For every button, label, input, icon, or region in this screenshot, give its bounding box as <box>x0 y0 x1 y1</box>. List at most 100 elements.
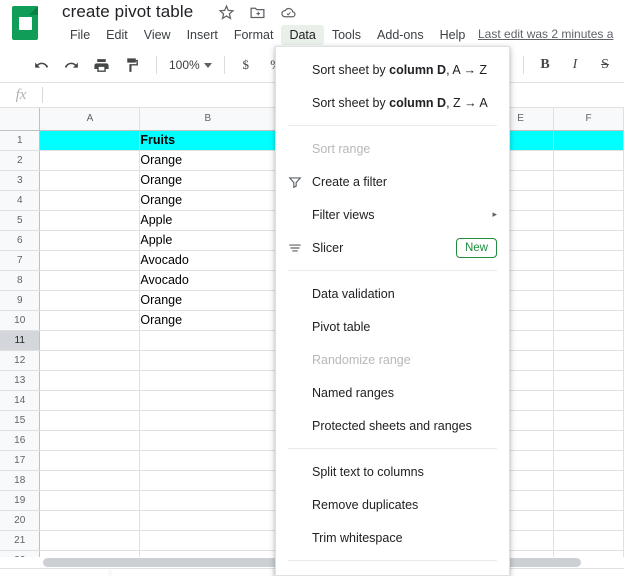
cell-A9[interactable] <box>39 290 141 311</box>
row-header-18[interactable]: 18 <box>0 470 41 491</box>
cell-A17[interactable] <box>39 450 141 471</box>
menu-item-remove-duplicates[interactable]: Remove duplicates <box>276 488 509 521</box>
cell-F19[interactable] <box>553 490 624 511</box>
cell-B15[interactable] <box>139 410 277 431</box>
menu-item-protected-sheets-and-ranges[interactable]: Protected sheets and ranges <box>276 409 509 442</box>
cell-A20[interactable] <box>39 510 141 531</box>
row-header-4[interactable]: 4 <box>0 190 41 211</box>
sheet-tab-1[interactable] <box>0 569 108 576</box>
sheet-tab-2[interactable] <box>112 569 272 576</box>
cell-B9[interactable]: Orange <box>139 290 277 311</box>
cell-B13[interactable] <box>139 370 277 391</box>
row-header-2[interactable]: 2 <box>0 150 41 171</box>
cell-B22[interactable] <box>139 550 277 557</box>
row-header-7[interactable]: 7 <box>0 250 41 271</box>
cell-F22[interactable] <box>553 550 624 557</box>
cell-B11[interactable] <box>139 330 277 351</box>
cell-F21[interactable] <box>553 530 624 551</box>
menu-item-create-a-filter[interactable]: Create a filter <box>276 165 509 198</box>
sheets-logo-icon[interactable] <box>12 6 40 42</box>
currency-format-button[interactable]: $ <box>233 52 259 78</box>
menu-item-split-text-to-columns[interactable]: Split text to columns <box>276 455 509 488</box>
cell-B17[interactable] <box>139 450 277 471</box>
undo-icon[interactable] <box>28 52 54 78</box>
row-header-22[interactable]: 22 <box>0 550 41 557</box>
cell-F15[interactable] <box>553 410 624 431</box>
cell-B19[interactable] <box>139 490 277 511</box>
cell-B4[interactable]: Orange <box>139 190 277 211</box>
cell-B14[interactable] <box>139 390 277 411</box>
row-header-10[interactable]: 10 <box>0 310 41 331</box>
row-header-9[interactable]: 9 <box>0 290 41 311</box>
row-header-6[interactable]: 6 <box>0 230 41 251</box>
menu-format[interactable]: Format <box>226 25 282 45</box>
cell-F14[interactable] <box>553 390 624 411</box>
cell-A16[interactable] <box>39 430 141 451</box>
cell-F13[interactable] <box>553 370 624 391</box>
column-header-b[interactable]: B <box>139 108 277 131</box>
cell-F11[interactable] <box>553 330 624 351</box>
cell-F8[interactable] <box>553 270 624 291</box>
bold-button[interactable]: B <box>532 52 558 78</box>
menu-item-filter-views[interactable]: Filter views ▸ <box>276 198 509 231</box>
cell-F18[interactable] <box>553 470 624 491</box>
menu-help[interactable]: Help <box>432 25 474 45</box>
star-icon[interactable] <box>218 4 235 21</box>
row-header-1[interactable]: 1 <box>0 130 41 151</box>
menu-item-group[interactable]: GroupAlt+Shift+→ <box>276 567 509 575</box>
menu-item-pivot-table[interactable]: Pivot table <box>276 310 509 343</box>
cell-F5[interactable] <box>553 210 624 231</box>
cell-A18[interactable] <box>39 470 141 491</box>
cell-F9[interactable] <box>553 290 624 311</box>
cell-F4[interactable] <box>553 190 624 211</box>
column-header-f[interactable]: F <box>553 108 624 131</box>
cell-F16[interactable] <box>553 430 624 451</box>
cell-F20[interactable] <box>553 510 624 531</box>
move-to-folder-icon[interactable] <box>249 4 266 21</box>
cell-B12[interactable] <box>139 350 277 371</box>
row-header-17[interactable]: 17 <box>0 450 41 471</box>
page-title[interactable]: create pivot table <box>62 2 193 22</box>
row-header-8[interactable]: 8 <box>0 270 41 291</box>
menu-item-data-validation[interactable]: Data validation <box>276 277 509 310</box>
cell-A13[interactable] <box>39 370 141 391</box>
redo-icon[interactable] <box>58 52 84 78</box>
row-header-11[interactable]: 11 <box>0 330 41 351</box>
row-header-13[interactable]: 13 <box>0 370 41 391</box>
cell-B6[interactable]: Apple <box>139 230 277 251</box>
row-header-15[interactable]: 15 <box>0 410 41 431</box>
cell-B18[interactable] <box>139 470 277 491</box>
paint-format-icon[interactable] <box>118 52 144 78</box>
cell-A21[interactable] <box>39 530 141 551</box>
cell-B7[interactable]: Avocado <box>139 250 277 271</box>
menu-item-trim-whitespace[interactable]: Trim whitespace <box>276 521 509 554</box>
menu-data[interactable]: Data <box>281 25 324 45</box>
cell-F17[interactable] <box>553 450 624 471</box>
cell-A14[interactable] <box>39 390 141 411</box>
cloud-saved-icon[interactable] <box>280 4 297 21</box>
cell-F7[interactable] <box>553 250 624 271</box>
menu-add-ons[interactable]: Add-ons <box>369 25 432 45</box>
menu-view[interactable]: View <box>136 25 179 45</box>
cell-F2[interactable] <box>553 150 624 171</box>
cell-A19[interactable] <box>39 490 141 511</box>
row-header-20[interactable]: 20 <box>0 510 41 531</box>
row-header-3[interactable]: 3 <box>0 170 41 191</box>
cell-A15[interactable] <box>39 410 141 431</box>
menu-insert[interactable]: Insert <box>179 25 226 45</box>
cell-A3[interactable] <box>39 170 141 191</box>
cell-B21[interactable] <box>139 530 277 551</box>
menu-file[interactable]: File <box>62 25 98 45</box>
cell-A4[interactable] <box>39 190 141 211</box>
cell-F6[interactable] <box>553 230 624 251</box>
menu-tools[interactable]: Tools <box>324 25 369 45</box>
row-header-19[interactable]: 19 <box>0 490 41 511</box>
print-icon[interactable] <box>88 52 114 78</box>
select-all-corner[interactable] <box>0 108 41 131</box>
cell-F1[interactable] <box>553 130 624 151</box>
cell-B20[interactable] <box>139 510 277 531</box>
cell-B10[interactable]: Orange <box>139 310 277 331</box>
row-header-5[interactable]: 5 <box>0 210 41 231</box>
cell-B1[interactable]: Fruits <box>139 130 277 151</box>
strikethrough-button[interactable]: S <box>592 52 618 78</box>
